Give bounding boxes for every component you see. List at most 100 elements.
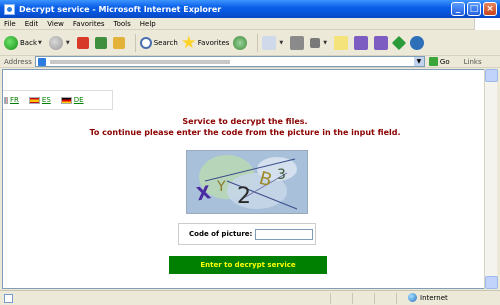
stop-button[interactable] (76, 36, 91, 49)
flag-de-icon (60, 96, 72, 104)
back-button[interactable]: Back ▼ (4, 35, 45, 50)
edit-dropdown-icon[interactable]: ▼ (323, 40, 327, 46)
address-label: Address (4, 57, 32, 66)
print-button[interactable] (290, 35, 306, 50)
back-arrow-icon (4, 35, 18, 50)
lang-es[interactable]: ES (28, 96, 51, 104)
toolbar: Back ▼ ▼ Search Favorites ▼ ▼ (0, 30, 500, 56)
status-divider (330, 293, 331, 304)
menu-edit[interactable]: Edit (25, 20, 39, 28)
lang-fr[interactable]: FR (4, 96, 19, 104)
go-label: Go (439, 57, 450, 66)
scroll-down-button[interactable] (485, 276, 498, 289)
address-input[interactable]: ▼ (34, 56, 425, 67)
favorites-button[interactable]: Favorites (182, 35, 230, 50)
globe-icon (408, 293, 417, 302)
go-arrow-icon (428, 57, 438, 66)
flag-fr-icon (4, 96, 8, 104)
svg-text:2: 2 (237, 184, 251, 209)
title-bar: Decrypt service - Microsoft Internet Exp… (0, 0, 500, 18)
language-selector: FR ES DE (3, 90, 113, 110)
history-button[interactable] (233, 35, 249, 50)
status-divider (352, 293, 353, 304)
star-icon (182, 35, 196, 49)
research-icon (374, 35, 389, 50)
mail-icon (262, 35, 277, 50)
back-dropdown-icon[interactable]: ▼ (38, 40, 42, 46)
discuss-button[interactable] (334, 35, 350, 50)
forward-button[interactable]: ▼ (48, 35, 73, 50)
maximize-button[interactable]: □ (467, 2, 481, 16)
note-icon (334, 35, 349, 50)
page-title: Service to decrypt the files. (182, 117, 308, 126)
home-icon (112, 36, 125, 49)
search-icon (139, 36, 152, 49)
page-status-icon (4, 293, 13, 303)
page-content: FR ES DE Service to decrypt the files. T… (2, 69, 486, 289)
address-dropdown-icon[interactable]: ▼ (413, 57, 424, 66)
menu-help[interactable]: Help (140, 20, 156, 28)
address-bar: Address ▼ Go Links (0, 56, 500, 68)
status-bar: Internet (0, 290, 500, 305)
page-instructions: To continue please enter the code from t… (89, 128, 401, 137)
lang-de[interactable]: DE (60, 96, 84, 104)
page-icon (37, 58, 46, 66)
scroll-up-button[interactable] (485, 69, 498, 82)
edit-button[interactable]: ▼ (310, 37, 330, 48)
search-button[interactable]: Search (139, 36, 178, 49)
minimize-button[interactable]: _ (451, 2, 465, 16)
captcha-image: X Y 2 B 3 (186, 150, 308, 214)
zone-label: Internet (420, 293, 448, 302)
mail-dropdown-icon[interactable]: ▼ (279, 40, 283, 46)
history-icon (233, 35, 248, 50)
menu-bar: File Edit View Favorites Tools Help (0, 18, 500, 30)
lang-de-link[interactable]: DE (74, 96, 84, 104)
messenger-button[interactable] (410, 35, 426, 50)
mail-button[interactable]: ▼ (262, 35, 286, 50)
window-title: Decrypt service - Microsoft Internet Exp… (19, 4, 222, 14)
back-label: Back (20, 38, 37, 47)
extra-button[interactable] (392, 35, 407, 50)
status-divider (396, 293, 397, 304)
media-button[interactable] (354, 35, 370, 50)
favorites-label: Favorites (197, 38, 230, 47)
svg-text:3: 3 (277, 167, 286, 183)
diamond-icon (392, 35, 407, 50)
menu-favorites[interactable]: Favorites (73, 20, 105, 28)
security-zone: Internet (408, 293, 448, 302)
window-controls: _ □ × (451, 2, 497, 16)
go-button[interactable]: Go (428, 57, 450, 66)
code-label: Code of picture: (189, 230, 253, 238)
research-button[interactable] (374, 35, 390, 50)
edit-icon (310, 37, 321, 48)
menu-file[interactable]: File (4, 20, 16, 28)
print-icon (290, 35, 305, 50)
forward-dropdown-icon[interactable]: ▼ (66, 40, 70, 46)
status-divider (374, 293, 375, 304)
search-label: Search (153, 38, 178, 47)
code-input[interactable] (255, 228, 314, 240)
svg-text:Y: Y (216, 179, 226, 195)
media-icon (354, 35, 369, 50)
code-form: Code of picture: (178, 223, 316, 245)
ie-icon (4, 3, 15, 15)
vertical-scrollbar[interactable] (484, 69, 498, 289)
links-toolbar[interactable]: Links (464, 58, 482, 66)
home-button[interactable] (112, 36, 127, 49)
decrypt-submit-button[interactable]: Enter to decrypt service (169, 256, 327, 274)
windows-logo-icon (474, 18, 500, 30)
toolbar-separator (257, 33, 259, 52)
toolbar-separator (134, 33, 136, 52)
menu-tools[interactable]: Tools (114, 20, 131, 28)
menu-view[interactable]: View (47, 20, 64, 28)
stop-icon (76, 36, 89, 49)
forward-arrow-icon (48, 35, 63, 50)
address-url-redacted (49, 60, 230, 64)
close-button[interactable]: × (483, 2, 497, 16)
refresh-icon (94, 36, 107, 49)
lang-es-link[interactable]: ES (42, 96, 51, 104)
lang-fr-link[interactable]: FR (10, 96, 19, 104)
flag-es-icon (28, 96, 40, 104)
refresh-button[interactable] (94, 36, 109, 49)
messenger-icon (410, 35, 425, 50)
